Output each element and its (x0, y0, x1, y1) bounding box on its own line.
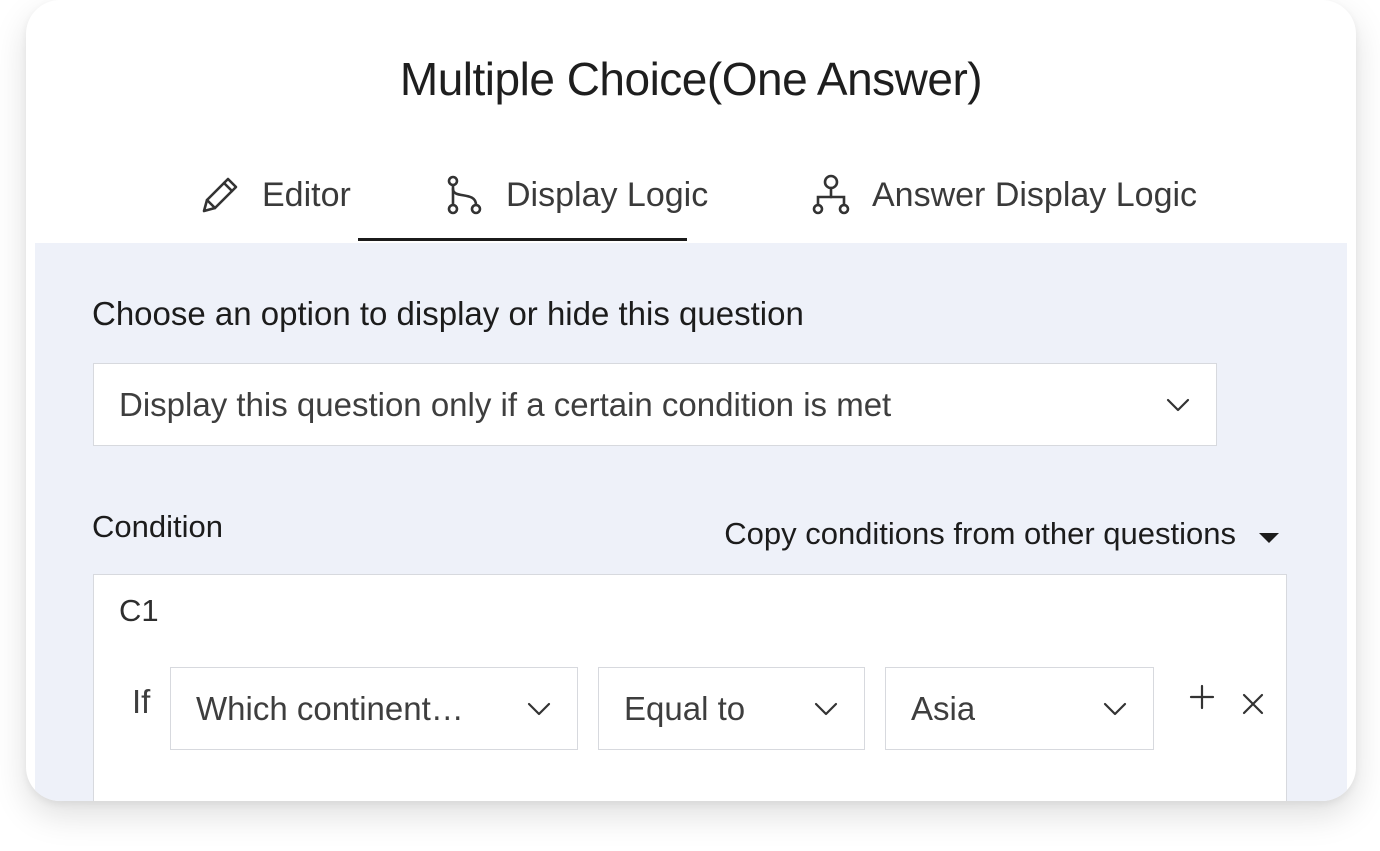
chevron-down-icon (814, 702, 838, 721)
condition-question-value: Which continent… (196, 689, 464, 727)
plus-icon (1189, 684, 1215, 710)
condition-value-select[interactable]: Asia (885, 667, 1154, 750)
if-label: If (132, 683, 151, 720)
copy-conditions-label: Copy conditions from other questions (724, 516, 1236, 551)
tab-answer-display-logic-label: Answer Display Logic (872, 175, 1198, 214)
copy-conditions-dropdown[interactable]: Copy conditions from other questions (724, 516, 1280, 552)
display-logic-prompt: Choose an option to display or hide this… (92, 295, 804, 332)
branch-icon (444, 173, 486, 217)
hierarchy-icon (810, 173, 852, 217)
pencil-icon (198, 173, 242, 217)
tab-display-logic-label: Display Logic (506, 175, 709, 214)
chevron-down-icon (1166, 398, 1190, 417)
display-mode-select[interactable]: Display this question only if a certain … (93, 363, 1217, 446)
chevron-down-icon (527, 702, 551, 721)
condition-question-select[interactable]: Which continent… (170, 667, 578, 750)
display-logic-panel: Choose an option to display or hide this… (35, 243, 1347, 801)
condition-card: C1 If Which continent… Equal to Asia (93, 574, 1287, 801)
tab-answer-display-logic[interactable]: Answer Display Logic (810, 170, 1197, 220)
tab-editor-label: Editor (262, 175, 351, 214)
add-condition-button[interactable] (1188, 683, 1216, 711)
display-mode-value: Display this question only if a certain … (119, 385, 892, 423)
condition-value: Asia (911, 689, 976, 727)
condition-id: C1 (119, 593, 159, 628)
condition-operator-select[interactable]: Equal to (598, 667, 865, 750)
caret-down-icon (1258, 516, 1280, 552)
remove-condition-button[interactable] (1241, 692, 1265, 716)
chevron-down-icon (1103, 702, 1127, 721)
tab-display-logic[interactable]: Display Logic (444, 170, 708, 220)
condition-operator-value: Equal to (624, 689, 746, 727)
question-settings-card: Multiple Choice(One Answer) Editor Displ… (26, 0, 1356, 801)
condition-heading: Condition (92, 509, 223, 544)
active-tab-indicator (358, 238, 687, 241)
question-type-title: Multiple Choice(One Answer) (399, 53, 983, 105)
tab-editor[interactable]: Editor (198, 170, 351, 220)
close-icon (1242, 693, 1264, 715)
